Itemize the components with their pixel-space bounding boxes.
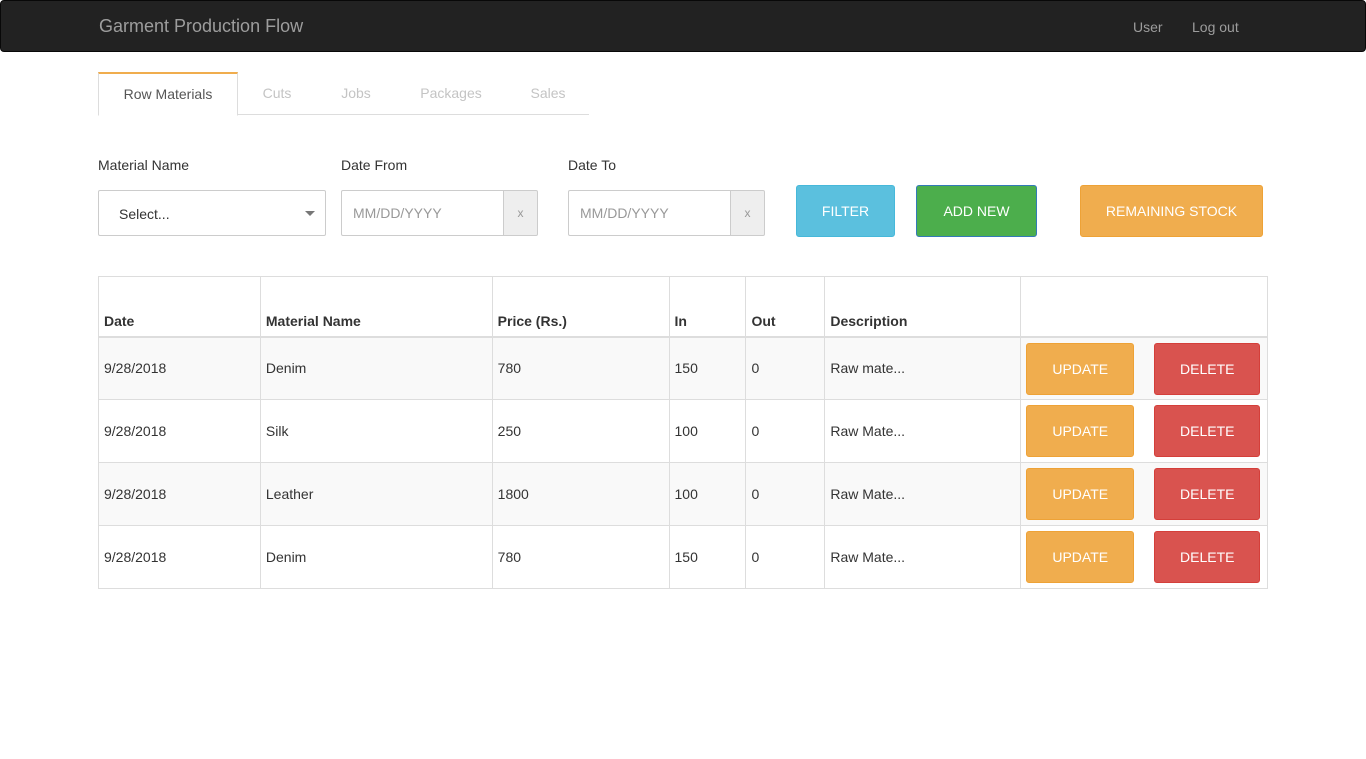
tab-cuts[interactable]: Cuts xyxy=(248,72,306,115)
column-header-material: Material Name xyxy=(259,276,493,338)
table-row: 9/28/2018 Silk 250 100 0 Raw Mate... UPD… xyxy=(98,399,1268,463)
cell-date: 9/28/2018 xyxy=(98,525,261,589)
cell-actions: UPDATE DELETE xyxy=(1020,336,1268,400)
cell-actions: UPDATE DELETE xyxy=(1020,462,1268,526)
date-from-group: x xyxy=(341,190,538,236)
top-navbar: Garment Production Flow User Log out xyxy=(0,0,1366,52)
date-to-group: x xyxy=(568,190,765,236)
delete-button[interactable]: DELETE xyxy=(1154,342,1261,395)
nav-user-link[interactable]: User xyxy=(1133,18,1163,36)
add-new-button[interactable]: ADD NEW xyxy=(916,185,1037,237)
date-from-clear-icon[interactable]: x xyxy=(503,190,538,236)
cell-price: 1800 xyxy=(491,462,670,526)
cell-in: 100 xyxy=(668,462,747,526)
column-header-actions xyxy=(1020,276,1268,338)
column-header-date: Date xyxy=(98,276,261,338)
material-name-label: Material Name xyxy=(98,157,190,173)
cell-material: Denim xyxy=(259,525,493,589)
cell-out: 0 xyxy=(745,525,826,589)
filter-button[interactable]: FILTER xyxy=(796,185,895,237)
column-header-in: In xyxy=(668,276,747,338)
cell-in: 150 xyxy=(668,336,747,400)
cell-out: 0 xyxy=(745,462,826,526)
tab-row-materials[interactable]: Row Materials xyxy=(98,72,238,116)
table-header-row: Date Material Name Price (Rs.) In Out De… xyxy=(98,276,1268,338)
cell-material: Leather xyxy=(259,462,493,526)
date-to-label: Date To xyxy=(568,157,616,173)
tab-sales[interactable]: Sales xyxy=(518,72,578,115)
materials-table: Date Material Name Price (Rs.) In Out De… xyxy=(98,276,1268,589)
cell-date: 9/28/2018 xyxy=(98,336,261,400)
update-button[interactable]: UPDATE xyxy=(1026,342,1135,395)
material-name-select[interactable]: Select... xyxy=(98,190,326,236)
section-tabs: Row Materials Cuts Jobs Packages Sales xyxy=(98,72,589,116)
cell-description: Raw Mate... xyxy=(824,399,1022,463)
delete-button[interactable]: DELETE xyxy=(1154,405,1261,457)
nav-logout-link[interactable]: Log out xyxy=(1192,18,1239,36)
tab-packages[interactable]: Packages xyxy=(408,72,494,115)
material-select-value: Select... xyxy=(119,206,170,222)
caret-down-icon xyxy=(305,211,315,216)
update-button[interactable]: UPDATE xyxy=(1026,531,1135,583)
update-button[interactable]: UPDATE xyxy=(1026,405,1135,457)
date-from-label: Date From xyxy=(341,157,408,173)
cell-date: 9/28/2018 xyxy=(98,399,261,463)
column-header-out: Out xyxy=(745,276,826,338)
date-from-input[interactable] xyxy=(341,190,504,236)
cell-description: Raw Mate... xyxy=(824,525,1022,589)
column-header-price: Price (Rs.) xyxy=(491,276,670,338)
cell-actions: UPDATE DELETE xyxy=(1020,399,1268,463)
column-header-description: Description xyxy=(824,276,1022,338)
brand-title[interactable]: Garment Production Flow xyxy=(99,16,303,36)
cell-price: 780 xyxy=(491,336,670,400)
cell-price: 780 xyxy=(491,525,670,589)
cell-date: 9/28/2018 xyxy=(98,462,261,526)
cell-price: 250 xyxy=(491,399,670,463)
remaining-stock-button[interactable]: REMAINING STOCK xyxy=(1080,185,1263,237)
cell-in: 150 xyxy=(668,525,747,589)
table-row: 9/28/2018 Leather 1800 100 0 Raw Mate...… xyxy=(98,462,1268,526)
cell-out: 0 xyxy=(745,399,826,463)
delete-button[interactable]: DELETE xyxy=(1154,531,1261,583)
cell-material: Silk xyxy=(259,399,493,463)
delete-button[interactable]: DELETE xyxy=(1154,468,1261,520)
cell-in: 100 xyxy=(668,399,747,463)
cell-material: Denim xyxy=(259,336,493,400)
cell-out: 0 xyxy=(745,336,826,400)
date-to-clear-icon[interactable]: x xyxy=(730,190,765,236)
cell-description: Raw mate... xyxy=(824,336,1022,400)
update-button[interactable]: UPDATE xyxy=(1026,468,1135,520)
cell-description: Raw Mate... xyxy=(824,462,1022,526)
table-row: 9/28/2018 Denim 780 150 0 Raw Mate... UP… xyxy=(98,525,1268,589)
table-row: 9/28/2018 Denim 780 150 0 Raw mate... UP… xyxy=(98,336,1268,400)
date-to-input[interactable] xyxy=(568,190,731,236)
tab-jobs[interactable]: Jobs xyxy=(328,72,384,115)
cell-actions: UPDATE DELETE xyxy=(1020,525,1268,589)
